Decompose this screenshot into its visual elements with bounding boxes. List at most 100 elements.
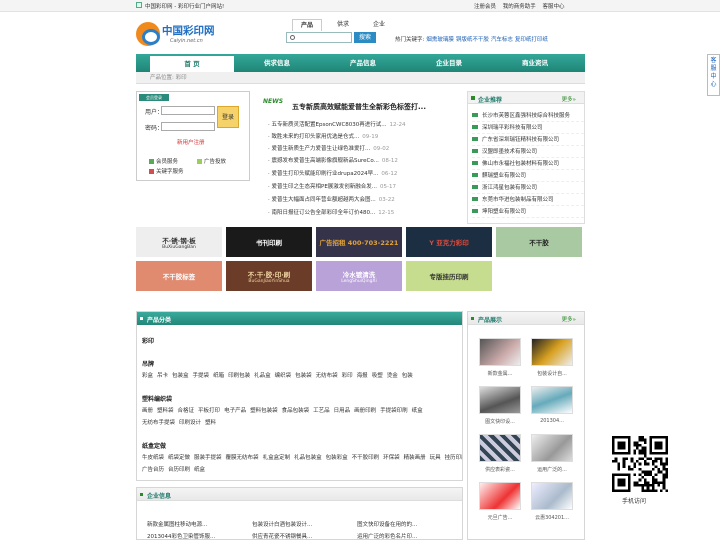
hot-keyword[interactable]: 铜版纸不干胶 xyxy=(456,37,489,43)
news-item[interactable]: · 爱普生印之生态亮相PE展激发创新融合发... 05-17 xyxy=(268,182,458,191)
username-field[interactable] xyxy=(161,106,215,115)
category-link[interactable]: 海报 xyxy=(357,373,368,379)
category-link[interactable]: 广告台历 xyxy=(142,467,164,473)
product-image[interactable] xyxy=(479,338,521,366)
ad-banner[interactable]: 专版挂历印刷 xyxy=(406,261,492,291)
nav-home[interactable]: 首 页 xyxy=(150,56,234,72)
keyword-service-link[interactable]: 关键字服务 xyxy=(149,167,184,175)
nav-supply[interactable]: 供求信息 xyxy=(234,54,320,72)
login-button[interactable]: 登录 xyxy=(217,106,239,128)
product-caption[interactable]: 新款金属... xyxy=(475,370,525,377)
company-item[interactable]: 东莞市华进包装制品有限公司 xyxy=(472,195,584,206)
category-link[interactable]: 塑料包装袋 xyxy=(250,408,278,414)
product-image[interactable] xyxy=(479,386,521,414)
nav-news[interactable]: 商业资讯 xyxy=(492,54,578,72)
product-image[interactable] xyxy=(531,338,573,366)
member-service-link[interactable]: 会员服务 xyxy=(149,157,178,165)
product-caption[interactable]: 包装设计自... xyxy=(527,370,577,377)
category-link[interactable]: 纸箱 xyxy=(213,373,224,379)
category-link[interactable]: 印刷设计 xyxy=(179,420,201,426)
news-item[interactable]: · 爱普生新质生产力爱普生让绿色准爱打... 09-02 xyxy=(268,144,458,153)
category-link[interactable]: 精装画册 xyxy=(404,455,426,461)
news-item[interactable]: · 震撼发布爱普生高端影像旗舰新品SureCo... 08-12 xyxy=(268,156,458,165)
hot-keyword[interactable]: 复印纸打印纸 xyxy=(515,37,548,43)
product-image[interactable] xyxy=(531,482,573,510)
company-item[interactable]: 佛山市永福社包装材料有限公司 xyxy=(472,159,584,170)
ad-banner[interactable]: 不·锈·钢·板 BuXiuGangBan xyxy=(136,227,222,257)
category-link[interactable]: 环保袋 xyxy=(383,455,400,461)
ad-banner[interactable]: 不干胶 xyxy=(496,227,582,257)
category-link[interactable]: 日用品 xyxy=(334,408,351,414)
customer-service-tab[interactable]: 客服中心 xyxy=(707,54,720,96)
category-link[interactable]: 包装袋 xyxy=(295,373,312,379)
ad-banner[interactable]: 不·干·胶·印·刷 BuGanJiaoYinShua xyxy=(226,261,312,291)
ad-banner[interactable]: Y 亚克力彩印 xyxy=(406,227,492,257)
category-link[interactable]: 包装 xyxy=(402,373,413,379)
category-link[interactable]: 吸塑 xyxy=(372,373,383,379)
register-link[interactable]: 新用户注册 xyxy=(177,138,205,146)
product-caption[interactable]: 201304... xyxy=(527,418,577,424)
category-link[interactable]: 画册 xyxy=(142,408,153,414)
search-button[interactable]: 搜索 xyxy=(354,32,376,43)
search-tab-company[interactable]: 企业 xyxy=(364,19,394,31)
business-item[interactable]: 供应青花瓷不锈钢餐具... xyxy=(252,532,352,540)
business-item[interactable]: 运用广泛的彩色名片印... xyxy=(357,532,457,540)
category-link[interactable]: 挂历印刷 xyxy=(445,455,462,461)
category-link[interactable]: 吊卡 xyxy=(157,373,168,379)
company-item[interactable]: 坤阳塑业有限公司 xyxy=(472,207,584,218)
product-caption[interactable]: 元旦广告... xyxy=(475,514,525,521)
password-field[interactable] xyxy=(161,122,215,131)
category-link[interactable]: 画册印刷 xyxy=(354,408,376,414)
news-item[interactable]: · 爱普生大幅面占同年营业额超越两大会图... 03-22 xyxy=(268,195,458,204)
search-tab-product[interactable]: 产品 xyxy=(292,19,322,31)
category-group-title[interactable]: 吊牌 xyxy=(142,359,154,368)
ad-banner[interactable]: 广告招租 400-703-2221 xyxy=(316,227,402,257)
category-group-title[interactable]: 纸盒定做 xyxy=(142,441,166,450)
category-link[interactable]: 不干胶印刷 xyxy=(352,455,380,461)
category-link[interactable]: 礼品包装盒 xyxy=(294,455,322,461)
category-link[interactable]: 台历印刷 xyxy=(168,467,190,473)
category-link[interactable]: 礼品盒 xyxy=(254,373,271,379)
nav-products[interactable]: 产品信息 xyxy=(320,54,406,72)
search-input[interactable] xyxy=(286,32,352,43)
news-item[interactable]: · 南阳日报征订公告全部彩印全年订价480... 12-15 xyxy=(268,208,458,217)
ad-service-link[interactable]: 广告投放 xyxy=(197,157,226,165)
product-more-link[interactable]: 更多» xyxy=(562,315,576,323)
business-item[interactable]: 2013044彩色卫染管饰服... xyxy=(147,532,247,540)
category-link[interactable]: 彩盒 xyxy=(142,373,153,379)
service-center-link[interactable]: 客服中心 xyxy=(543,4,565,10)
product-caption[interactable]: 供应表彩瓷... xyxy=(475,466,525,473)
category-link[interactable]: 工艺品 xyxy=(313,408,330,414)
category-link[interactable]: 礼盒盒定制 xyxy=(263,455,291,461)
category-link[interactable]: 覆膜无纺布袋 xyxy=(226,455,259,461)
news-headline[interactable]: 五专新质高效赋能爱普生全新彩色标签打... xyxy=(292,102,426,112)
category-link[interactable]: 手提袋印刷 xyxy=(380,408,408,414)
category-link[interactable]: 烫金 xyxy=(387,373,398,379)
news-item[interactable]: · 五专新质灵活配置EpsonCWC8030再进行试... 12-24 xyxy=(268,120,458,129)
category-link[interactable]: 塑料袋 xyxy=(157,408,174,414)
hot-keyword[interactable]: 烟熏玻璃膜 xyxy=(426,37,454,43)
category-link[interactable]: 电子产品 xyxy=(224,408,246,414)
company-item[interactable]: 汉盟即墨技术有限公司 xyxy=(472,147,584,158)
product-caption[interactable]: 运用广泛的... xyxy=(527,466,577,473)
category-link[interactable]: 手提袋 xyxy=(193,373,210,379)
category-link[interactable]: 纸盒 xyxy=(194,467,205,473)
news-item[interactable]: · 爱普生打印头赋能印刷行业drupa2024早... 06-12 xyxy=(268,169,458,178)
product-caption[interactable]: 云惠304201... xyxy=(527,514,577,521)
ad-banner[interactable]: 不干胶标签 xyxy=(136,261,222,291)
business-item[interactable]: 图文快印设备在用的的... xyxy=(357,520,457,528)
home-icon[interactable] xyxy=(136,2,142,8)
news-item[interactable]: · 致胜未来的打印头家用优选是仓式... 09-19 xyxy=(268,132,458,141)
company-item[interactable]: 长沙市芙蓉区鑫强科技综合科技服务 xyxy=(472,111,584,122)
category-link[interactable]: 服装手提袋 xyxy=(194,455,222,461)
product-image[interactable] xyxy=(479,434,521,462)
ad-banner[interactable]: 冷水镀清洗 LengShuiQingXi xyxy=(316,261,402,291)
category-link[interactable]: 食品包装袋 xyxy=(282,408,310,414)
category-link[interactable]: 印刷包装 xyxy=(228,373,250,379)
company-item[interactable]: 广东省深圳瑞钰精科技有限公司 xyxy=(472,135,584,146)
company-item[interactable]: 深圳瑞平彩科技有限公司 xyxy=(472,123,584,134)
category-link[interactable]: 平板打印 xyxy=(198,408,220,414)
category-link[interactable]: 无纺布手提袋 xyxy=(142,420,175,426)
hot-keyword[interactable]: 汽车标志 xyxy=(491,37,513,43)
site-logo[interactable]: 中国彩印网 Caiyin.net.cn xyxy=(136,18,246,48)
